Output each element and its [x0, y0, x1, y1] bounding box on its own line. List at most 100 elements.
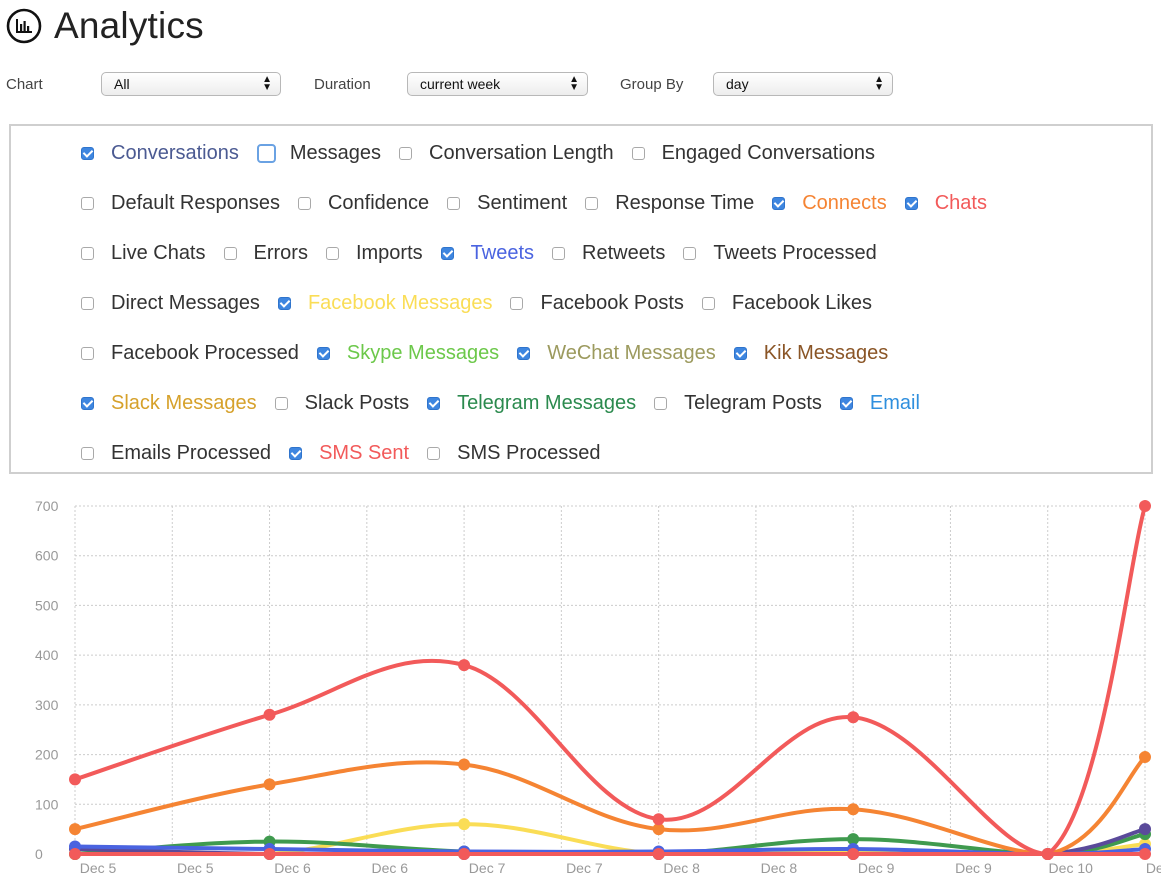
- option-facebook-likes[interactable]: Facebook Likes: [701, 292, 872, 315]
- facebook-processed-label: Facebook Processed: [111, 341, 299, 364]
- options-row: Slack Messages Slack Posts Telegram Messag…: [81, 388, 938, 418]
- option-facebook-processed[interactable]: Facebook Processed: [81, 342, 299, 365]
- option-email[interactable]: Email: [839, 392, 920, 415]
- y-tick-label: 200: [35, 747, 59, 763]
- option-tweets-processed[interactable]: Tweets Processed: [683, 242, 877, 265]
- chart-select[interactable]: All ▲ ▼: [101, 72, 281, 96]
- wechat-messages-checkbox[interactable]: [517, 346, 531, 360]
- live-chats-label: Live Chats: [111, 241, 206, 264]
- sms-sent-checkbox[interactable]: [289, 446, 303, 460]
- sms-processed-checkbox[interactable]: [427, 446, 441, 460]
- option-conversations[interactable]: Conversations: [81, 142, 239, 165]
- option-direct-messages[interactable]: Direct Messages: [81, 292, 260, 315]
- skype-messages-checkbox[interactable]: [316, 346, 330, 360]
- duration-select-value: current week: [420, 76, 501, 92]
- facebook-likes-checkbox[interactable]: [701, 296, 715, 310]
- option-imports[interactable]: Imports: [325, 242, 423, 265]
- messages-checkbox[interactable]: [256, 143, 276, 163]
- group-by-select[interactable]: day ▲ ▼: [713, 72, 893, 96]
- option-telegram-messages[interactable]: Telegram Messages: [427, 392, 636, 415]
- conversations-checkbox[interactable]: [81, 146, 94, 160]
- data-point: [458, 848, 471, 860]
- options-row: Facebook Processed Skype Messages WeChat M…: [81, 338, 906, 368]
- facebook-processed-checkbox[interactable]: [81, 346, 94, 360]
- option-sms-sent[interactable]: SMS Sent: [289, 442, 409, 465]
- option-skype-messages[interactable]: Skype Messages: [316, 342, 499, 365]
- emails-processed-checkbox[interactable]: [81, 446, 94, 460]
- errors-label: Errors: [253, 241, 308, 264]
- kik-messages-checkbox[interactable]: [733, 346, 747, 360]
- data-point: [652, 848, 665, 860]
- x-tick-label: Dec 6: [372, 860, 409, 876]
- data-point: [1139, 848, 1151, 860]
- slack-posts-checkbox[interactable]: [274, 396, 288, 410]
- option-sentiment[interactable]: Sentiment: [447, 192, 567, 215]
- data-point: [69, 773, 81, 786]
- conversation-length-label: Conversation Length: [429, 141, 614, 164]
- option-slack-messages[interactable]: Slack Messages: [81, 392, 257, 415]
- live-chats-checkbox[interactable]: [81, 246, 94, 260]
- metrics-panel: Conversations Messages Conversation Length…: [9, 124, 1153, 474]
- facebook-posts-checkbox[interactable]: [510, 296, 524, 310]
- tweets-processed-checkbox[interactable]: [683, 246, 697, 260]
- default-responses-checkbox[interactable]: [81, 196, 94, 210]
- option-kik-messages[interactable]: Kik Messages: [733, 342, 888, 365]
- conversation-length-checkbox[interactable]: [399, 146, 412, 160]
- errors-checkbox[interactable]: [223, 246, 237, 260]
- option-facebook-messages[interactable]: Facebook Messages: [277, 292, 492, 315]
- email-checkbox[interactable]: [839, 396, 853, 410]
- sentiment-checkbox[interactable]: [447, 196, 461, 210]
- y-tick-label: 500: [35, 597, 59, 613]
- data-point: [69, 823, 81, 836]
- option-sms-processed[interactable]: SMS Processed: [427, 442, 601, 465]
- x-tick-label: Dec 9: [858, 860, 895, 876]
- chats-checkbox[interactable]: [904, 196, 918, 210]
- data-point: [458, 758, 471, 771]
- option-errors[interactable]: Errors: [223, 241, 308, 265]
- option-conversation-length[interactable]: Conversation Length: [399, 142, 614, 165]
- option-response-time[interactable]: Response Time: [585, 192, 754, 215]
- x-tick-label: Dec 7: [566, 860, 603, 876]
- option-tweets[interactable]: Tweets: [440, 242, 534, 265]
- option-messages[interactable]: Messages: [256, 142, 381, 165]
- engaged-conversations-checkbox[interactable]: [631, 146, 645, 160]
- option-emails-processed[interactable]: Emails Processed: [81, 442, 271, 465]
- group-by-label: Group By: [620, 76, 684, 93]
- option-chats[interactable]: Chats: [904, 192, 987, 215]
- y-tick-label: 300: [35, 697, 59, 713]
- x-tick-label: Dec 5: [80, 860, 117, 876]
- option-connects[interactable]: Connects: [772, 192, 887, 215]
- telegram-messages-checkbox[interactable]: [427, 396, 441, 410]
- chart-select-value: All: [114, 76, 130, 92]
- tweets-checkbox[interactable]: [440, 246, 454, 260]
- option-slack-posts[interactable]: Slack Posts: [274, 392, 409, 415]
- option-default-responses[interactable]: Default Responses: [81, 192, 280, 215]
- direct-messages-checkbox[interactable]: [81, 296, 94, 310]
- facebook-messages-checkbox[interactable]: [277, 296, 291, 310]
- imports-checkbox[interactable]: [325, 246, 339, 260]
- duration-select[interactable]: current week ▲ ▼: [407, 72, 588, 96]
- analytics-icon: [6, 8, 42, 44]
- option-telegram-posts[interactable]: Telegram Posts: [654, 392, 822, 415]
- response-time-checkbox[interactable]: [585, 196, 599, 210]
- option-retweets[interactable]: Retweets: [552, 242, 665, 265]
- data-point: [847, 848, 860, 860]
- option-confidence[interactable]: Confidence: [297, 192, 429, 215]
- option-wechat-messages[interactable]: WeChat Messages: [517, 342, 716, 365]
- option-facebook-posts[interactable]: Facebook Posts: [510, 292, 684, 315]
- chart-label: Chart: [6, 76, 43, 93]
- data-point: [847, 803, 860, 816]
- slack-messages-label: Slack Messages: [111, 391, 257, 414]
- slack-messages-checkbox[interactable]: [81, 396, 94, 410]
- x-tick-label: Dec 8: [663, 860, 700, 876]
- wechat-messages-label: WeChat Messages: [547, 341, 716, 364]
- option-engaged-conversations[interactable]: Engaged Conversations: [631, 142, 875, 165]
- data-point: [458, 818, 471, 831]
- data-point: [69, 848, 81, 860]
- telegram-posts-checkbox[interactable]: [654, 396, 668, 410]
- retweets-checkbox[interactable]: [552, 246, 565, 260]
- y-tick-label: 700: [35, 498, 59, 514]
- confidence-checkbox[interactable]: [297, 196, 311, 210]
- connects-checkbox[interactable]: [772, 196, 786, 210]
- option-live-chats[interactable]: Live Chats: [81, 242, 206, 265]
